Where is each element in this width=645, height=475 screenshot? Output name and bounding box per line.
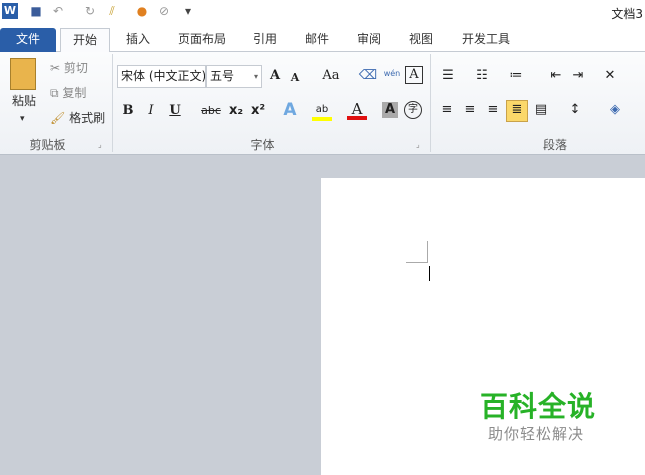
clipboard-group-label: 剪贴板 bbox=[29, 138, 66, 152]
tab-developer[interactable]: 开发工具 bbox=[458, 28, 514, 53]
brush-icon[interactable]: ⫽ bbox=[104, 3, 120, 19]
shrink-font-button[interactable]: A bbox=[285, 69, 305, 89]
chinese-layout-icon[interactable]: ✕ bbox=[600, 67, 620, 87]
font-color-button[interactable]: A bbox=[347, 100, 367, 120]
undo-icon[interactable]: ↶ bbox=[50, 3, 66, 19]
font-size-value: 五号 bbox=[210, 69, 235, 83]
pinyin-button[interactable]: wén bbox=[382, 65, 402, 85]
bullets-icon[interactable]: ☰ bbox=[438, 67, 458, 87]
font-group-label: 字体 bbox=[250, 138, 275, 152]
subscript-button[interactable]: x₂ bbox=[226, 102, 246, 122]
paste-dropdown-icon[interactable]: ▾ bbox=[20, 110, 25, 128]
tab-file[interactable]: 文件 bbox=[0, 28, 56, 53]
tab-home[interactable]: 开始 bbox=[60, 28, 110, 54]
ribbon: 粘贴 ▾ ✂ 剪切 ⧉ 复制 🖌 格式刷 剪贴板 ⌟ 宋体 (中文正文) 五号 … bbox=[0, 52, 645, 155]
increase-indent-icon[interactable]: ⇥ bbox=[568, 67, 588, 87]
paste-icon[interactable] bbox=[10, 58, 36, 90]
redo-icon[interactable]: ↻ bbox=[82, 3, 98, 19]
grow-font-button[interactable]: A bbox=[265, 67, 285, 87]
numbering-icon[interactable]: ☷ bbox=[472, 67, 492, 87]
font-name-value: 宋体 (中文正文) bbox=[121, 69, 206, 83]
underline-button[interactable]: U bbox=[165, 102, 185, 122]
multilevel-list-icon[interactable]: ≔ bbox=[506, 67, 526, 87]
document-page[interactable] bbox=[321, 178, 645, 475]
chevron-down-icon: ▾ bbox=[253, 72, 258, 81]
watermark-subtitle: 助你轻松解决 bbox=[488, 425, 585, 443]
format-painter-button[interactable]: 🖌 格式刷 bbox=[50, 109, 105, 127]
align-center-icon[interactable]: ≡ bbox=[460, 101, 480, 121]
tab-page-layout[interactable]: 页面布局 bbox=[174, 28, 230, 53]
paragraph-group-label: 段落 bbox=[542, 138, 567, 152]
font-size-combo[interactable]: 五号 ▾ bbox=[206, 65, 262, 88]
cut-button[interactable]: ✂ 剪切 bbox=[50, 59, 88, 77]
brush-icon: 🖌 bbox=[50, 111, 66, 125]
superscript-button[interactable]: x² bbox=[248, 102, 268, 122]
ribbon-tabs: 文件 开始 插入 页面布局 引用 邮件 审阅 视图 开发工具 bbox=[0, 25, 645, 54]
cut-label: 剪切 bbox=[63, 61, 88, 75]
word-icon: W bbox=[2, 3, 18, 19]
tab-references[interactable]: 引用 bbox=[250, 28, 280, 53]
highlight-button[interactable]: ab bbox=[312, 101, 332, 121]
document-title: 文档3 bbox=[611, 7, 643, 21]
char-border-button[interactable]: A bbox=[405, 66, 423, 84]
save-icon[interactable]: ■ bbox=[28, 3, 44, 19]
tab-mailings[interactable]: 邮件 bbox=[302, 28, 332, 53]
text-cursor bbox=[429, 266, 430, 281]
justify-icon[interactable]: ≣ bbox=[506, 100, 528, 122]
paste-button[interactable]: 粘贴 bbox=[12, 92, 36, 110]
color-icon[interactable]: ● bbox=[134, 3, 150, 19]
shading-icon[interactable]: ◈ bbox=[605, 101, 625, 121]
char-shading-button[interactable]: A bbox=[382, 102, 398, 118]
customize-icon[interactable]: ▾ bbox=[180, 3, 196, 19]
line-spacing-icon[interactable]: ↕ bbox=[565, 101, 585, 121]
copy-button[interactable]: ⧉ 复制 bbox=[50, 84, 86, 102]
enclose-char-button[interactable]: 字 bbox=[404, 101, 422, 119]
decrease-indent-icon[interactable]: ⇤ bbox=[546, 67, 566, 87]
tab-insert[interactable]: 插入 bbox=[122, 28, 154, 53]
margin-corner-mark bbox=[406, 241, 428, 263]
copy-label: 复制 bbox=[62, 86, 87, 100]
divider bbox=[430, 54, 431, 152]
tab-review[interactable]: 审阅 bbox=[354, 28, 384, 53]
strikethrough-button[interactable]: abc bbox=[198, 102, 224, 122]
eraser-icon[interactable]: ⊘ bbox=[156, 3, 172, 19]
divider bbox=[112, 54, 113, 152]
format-painter-label: 格式刷 bbox=[69, 111, 106, 125]
title-bar: W ■ ↶ ↻ ⫽ ● ⊘ ▾ 文档3 bbox=[0, 0, 645, 25]
italic-button[interactable]: I bbox=[141, 102, 161, 122]
tab-view[interactable]: 视图 bbox=[406, 28, 436, 53]
scissors-icon: ✂ bbox=[50, 61, 61, 75]
text-effects-button[interactable]: A bbox=[280, 101, 300, 121]
change-case-button[interactable]: Aa bbox=[318, 67, 344, 87]
align-right-icon[interactable]: ≡ bbox=[483, 101, 503, 121]
font-name-combo[interactable]: 宋体 (中文正文) bbox=[117, 65, 206, 88]
clear-format-icon[interactable]: ⌫ bbox=[358, 67, 378, 87]
dialog-launcher-icon[interactable]: ⌟ bbox=[416, 140, 420, 149]
watermark-title: 百科全说 bbox=[480, 390, 597, 423]
dialog-launcher-icon[interactable]: ⌟ bbox=[98, 140, 102, 149]
copy-icon: ⧉ bbox=[50, 86, 59, 100]
bold-button[interactable]: B bbox=[118, 102, 138, 122]
align-left-icon[interactable]: ≡ bbox=[437, 101, 457, 121]
distributed-icon[interactable]: ▤ bbox=[531, 101, 551, 121]
